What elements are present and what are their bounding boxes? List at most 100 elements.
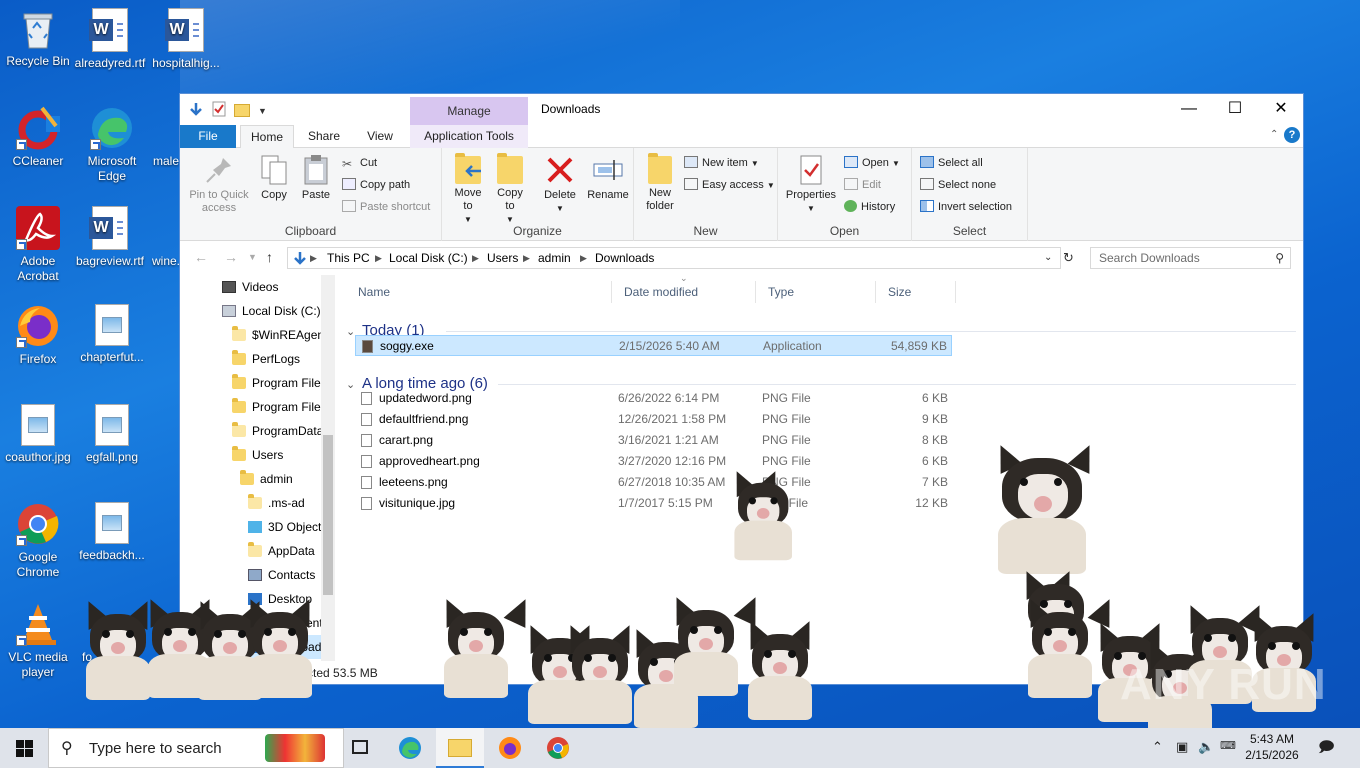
- notification-icon[interactable]: 🗩: [1318, 737, 1335, 762]
- select-all-button[interactable]: Select all: [920, 153, 983, 173]
- desktop-icon-alreadyred[interactable]: W alreadyred.rtf: [72, 8, 148, 71]
- title-bar[interactable]: ▼ Manage Downloads — ☐ ✕: [180, 94, 1303, 125]
- recent-locations-chevron-icon[interactable]: ▼: [248, 252, 257, 262]
- copy-path-button[interactable]: Copy path: [342, 175, 410, 195]
- refresh-icon[interactable]: ↻: [1063, 250, 1074, 266]
- desktop-icon-feedbackh[interactable]: feedbackh...: [74, 502, 150, 563]
- tab-view[interactable]: View: [354, 125, 406, 148]
- tab-home[interactable]: Home: [240, 125, 294, 149]
- contextual-tab-manage[interactable]: Manage: [410, 97, 528, 125]
- back-arrow-icon[interactable]: ←: [194, 249, 208, 265]
- breadcrumb-downloads[interactable]: Downloads: [595, 251, 654, 265]
- forward-arrow-icon[interactable]: →: [224, 249, 238, 265]
- start-button[interactable]: [0, 728, 48, 768]
- file-row[interactable]: visitunique.jpg 1/7/2017 5:15 PM JPG Fil…: [355, 493, 952, 514]
- nav-item-local-disk[interactable]: Local Disk (C:): [222, 299, 321, 323]
- taskbar-firefox-button[interactable]: [486, 728, 534, 768]
- column-header-name[interactable]: Name: [346, 281, 612, 303]
- rename-button[interactable]: Rename: [586, 154, 630, 202]
- nav-item-users[interactable]: Users: [232, 443, 283, 467]
- paste-shortcut-button[interactable]: Paste shortcut: [342, 197, 430, 217]
- maximize-button[interactable]: ☐: [1212, 94, 1258, 124]
- nav-item-contacts[interactable]: Contacts: [248, 563, 315, 587]
- desktop-icon-wine[interactable]: wine...: [146, 206, 180, 269]
- tab-file[interactable]: File: [180, 125, 236, 148]
- down-arrow-icon[interactable]: [188, 101, 204, 120]
- file-row[interactable]: carart.png 3/16/2021 1:21 AM PNG File 8 …: [355, 430, 952, 451]
- move-to-button[interactable]: Move to ▼: [450, 153, 486, 226]
- address-dropdown-icon[interactable]: ⌄: [1044, 252, 1052, 263]
- task-view-button[interactable]: [336, 728, 384, 768]
- nav-item-videos[interactable]: Videos: [222, 275, 278, 299]
- desktop-icon-adobe-acrobat[interactable]: Adobe Acrobat: [0, 206, 76, 284]
- collapse-ribbon-icon[interactable]: ⌃: [1270, 129, 1278, 140]
- keyboard-layout-icon[interactable]: ⌨: [1220, 739, 1236, 752]
- taskbar-chrome-button[interactable]: [534, 728, 582, 768]
- open-button[interactable]: Open ▼: [844, 153, 900, 173]
- taskbar-file-explorer-button[interactable]: [436, 728, 484, 768]
- tab-share[interactable]: Share: [298, 125, 350, 148]
- cut-button[interactable]: ✂ Cut: [342, 153, 377, 173]
- desktop-icon-chapterfut[interactable]: chapterfut...: [74, 304, 150, 365]
- taskbar-search-box[interactable]: ⚲ Type here to search: [48, 728, 344, 768]
- volume-icon[interactable]: 🔈: [1198, 739, 1214, 755]
- desktop-icon-male[interactable]: male...: [146, 106, 182, 169]
- paste-button[interactable]: Paste: [298, 154, 334, 202]
- file-row[interactable]: leeteens.png 6/27/2018 10:35 AM PNG File…: [355, 472, 952, 493]
- desktop-icon-egfall[interactable]: egfall.png: [74, 404, 150, 465]
- search-downloads-input[interactable]: Search Downloads ⚲: [1090, 247, 1291, 269]
- new-folder-small-icon[interactable]: [234, 104, 250, 117]
- properties-check-icon[interactable]: [212, 101, 226, 120]
- delete-button[interactable]: Delete ▼: [540, 154, 580, 215]
- desktop-icon-coauthor[interactable]: coauthor.jpg: [0, 404, 76, 465]
- address-bar[interactable]: ▶ This PC ▶ Local Disk (C:) ▶ Users ▶ ad…: [287, 247, 1061, 269]
- nav-item-appdata[interactable]: AppData: [248, 539, 315, 563]
- nav-item-3d-objects[interactable]: 3D Objects: [248, 515, 327, 539]
- nav-item-perflogs[interactable]: PerfLogs: [232, 347, 300, 371]
- desktop-icon-edge[interactable]: Microsoft Edge: [74, 106, 150, 184]
- desktop-icon-chrome[interactable]: Google Chrome: [0, 502, 76, 580]
- taskbar-edge-button[interactable]: [386, 728, 434, 768]
- invert-selection-button[interactable]: Invert selection: [920, 197, 1012, 217]
- file-row[interactable]: approvedheart.png 3/27/2020 12:16 PM PNG…: [355, 451, 952, 472]
- up-arrow-icon[interactable]: ↑: [266, 249, 273, 265]
- nav-item-program-files[interactable]: Program Files: [232, 371, 327, 395]
- breadcrumb-admin[interactable]: admin: [538, 251, 571, 265]
- customize-dropdown-icon[interactable]: ▼: [258, 106, 267, 116]
- desktop-icon-recycle-bin[interactable]: Recycle Bin: [0, 8, 76, 69]
- new-item-button[interactable]: New item ▼: [684, 153, 759, 173]
- nav-item-program-files-x86[interactable]: Program Files: [232, 395, 327, 419]
- nav-item-admin[interactable]: admin: [240, 467, 293, 491]
- taskbar-clock[interactable]: 5:43 AM 2/15/2026: [1236, 731, 1308, 763]
- show-hidden-icons-chevron-icon[interactable]: ⌃: [1152, 739, 1163, 755]
- column-header-date-modified[interactable]: Date modified: [612, 281, 756, 303]
- minimize-button[interactable]: —: [1166, 94, 1212, 124]
- nav-item-winreagent[interactable]: $WinREAgent: [232, 323, 327, 347]
- help-icon[interactable]: ?: [1284, 127, 1300, 143]
- easy-access-button[interactable]: Easy access ▼: [684, 175, 775, 195]
- edit-button[interactable]: Edit: [844, 175, 881, 195]
- copy-button[interactable]: Copy: [258, 154, 290, 202]
- close-button[interactable]: ✕: [1258, 94, 1304, 124]
- nav-pane-scrollbar[interactable]: [321, 275, 335, 661]
- file-row[interactable]: soggy.exe 2/15/2026 5:40 AM Application …: [355, 335, 952, 356]
- copy-to-button[interactable]: Copy to ▼: [492, 153, 528, 226]
- network-icon[interactable]: ▣: [1176, 739, 1188, 755]
- nav-pane-scrollbar-thumb[interactable]: [323, 435, 333, 595]
- desktop-icon-bagreview[interactable]: W bagreview.rtf: [72, 206, 148, 269]
- properties-button[interactable]: Properties ▼: [782, 154, 840, 215]
- breadcrumb-this-pc[interactable]: This PC: [327, 251, 370, 265]
- breadcrumb-users[interactable]: Users: [487, 251, 518, 265]
- history-button[interactable]: History: [844, 197, 895, 217]
- new-folder-button[interactable]: New folder: [640, 153, 680, 213]
- column-header-size[interactable]: Size: [876, 281, 956, 303]
- breadcrumb-local-disk[interactable]: Local Disk (C:): [389, 251, 468, 265]
- tab-application-tools[interactable]: Application Tools: [410, 125, 528, 148]
- nav-item-ms-ad[interactable]: .ms-ad: [248, 491, 305, 515]
- nav-item-programdata[interactable]: ProgramData: [232, 419, 323, 443]
- pin-quick-access-button[interactable]: Pin to Quick access: [186, 154, 252, 215]
- select-none-button[interactable]: Select none: [920, 175, 996, 195]
- desktop-icon-vlc[interactable]: VLC media player: [0, 602, 76, 680]
- desktop-icon-hospitalhig[interactable]: W hospitalhig...: [148, 8, 224, 71]
- file-row[interactable]: updatedword.png 6/26/2022 6:14 PM PNG Fi…: [355, 388, 952, 409]
